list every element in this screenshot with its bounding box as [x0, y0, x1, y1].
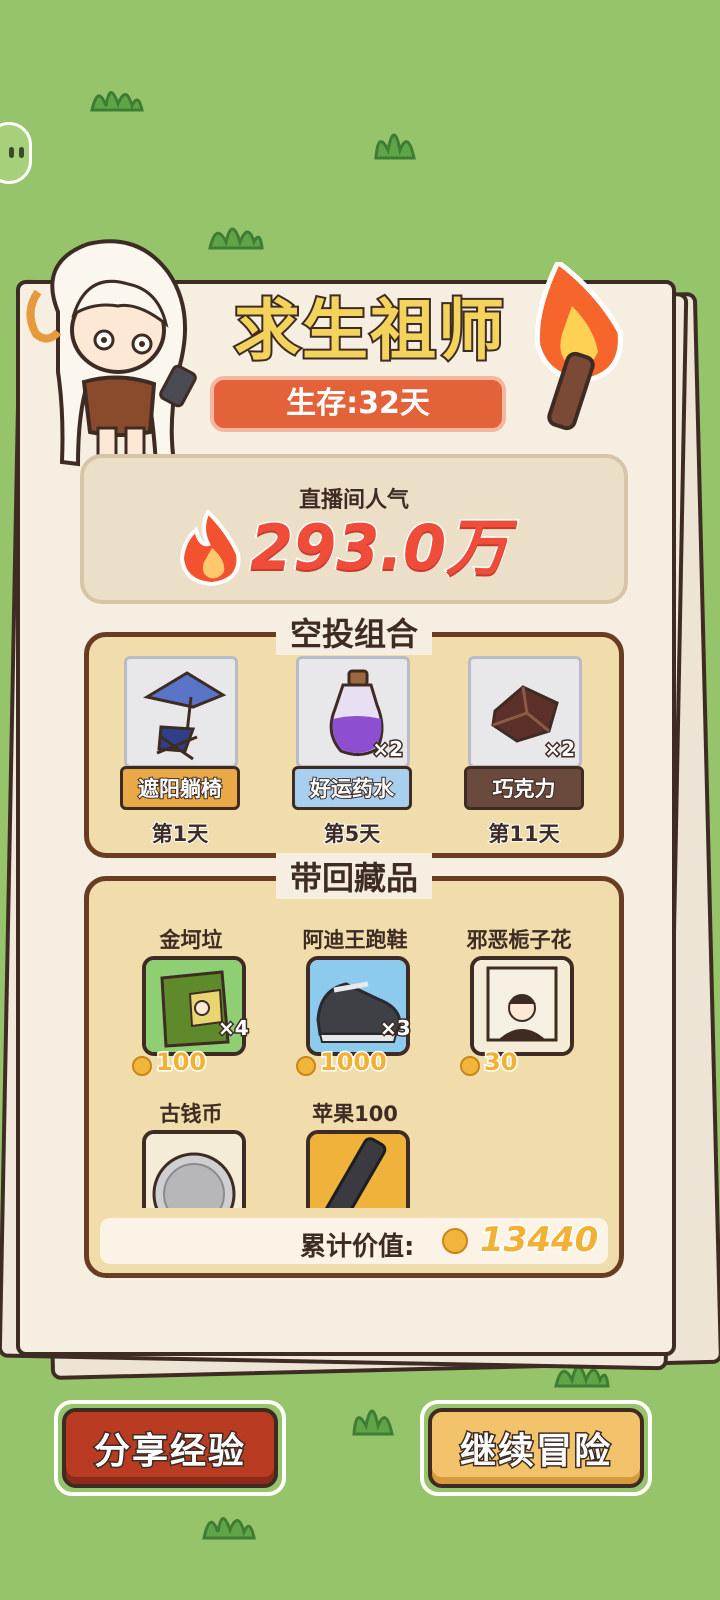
airdrop-title: 空投组合 [275, 609, 433, 655]
collectible-card[interactable] [142, 956, 246, 1056]
lounge-chair-icon [137, 667, 227, 767]
quantity-badge: ×2 [543, 736, 577, 763]
airdrop-item-day: 第5天 [323, 821, 382, 847]
page-title: 求生祖师 [232, 290, 506, 371]
character-avatar [18, 232, 208, 492]
grass-tuft-decoration [206, 214, 266, 250]
collectible-name: 苹果100 [312, 1102, 398, 1126]
collectible-name: 邪恶栀子花 [466, 928, 572, 952]
eye-icon [9, 147, 14, 158]
continue-adventure-button[interactable]: 继续冒险 [420, 1400, 652, 1496]
eye-icon [19, 147, 24, 158]
collectible-card[interactable] [142, 1130, 246, 1208]
quantity-badge: ×4 [217, 1015, 251, 1042]
collectible-price: 30 [482, 1047, 518, 1078]
coin-icon [296, 1056, 316, 1076]
coin-icon [442, 1228, 468, 1254]
collectible-name: 阿迪王跑鞋 [302, 928, 408, 952]
fire-icon [178, 508, 244, 590]
share-experience-button[interactable]: 分享经验 [54, 1400, 286, 1496]
airdrop-item-name: 好运药水 [292, 766, 412, 810]
airdrop-item-card[interactable] [124, 656, 238, 768]
coin-icon [460, 1056, 480, 1076]
grass-tuft-decoration [350, 1396, 396, 1436]
airdrop-item-card[interactable]: ×2 [468, 656, 582, 768]
airdrop-item-name: 巧克力 [464, 766, 584, 810]
quantity-badge: ×3 [379, 1015, 413, 1042]
side-float-button[interactable] [0, 122, 32, 184]
collectible-card[interactable] [470, 956, 574, 1056]
grass-tuft-decoration [372, 120, 418, 160]
share-experience-label: 分享经验 [62, 1408, 278, 1488]
collectible-price: 100 [154, 1047, 207, 1078]
collectible-name: 金坷垃 [159, 928, 223, 952]
airdrop-item-card[interactable]: ×2 [296, 656, 410, 768]
total-value: 13440 [478, 1219, 599, 1262]
survival-days-banner: 生存:32天 [210, 376, 506, 432]
phone-icon [310, 1134, 406, 1208]
airdrop-item-name: 遮阳躺椅 [120, 766, 240, 810]
collectible-price: 1000 [319, 1047, 389, 1078]
total-value-label: 累计价值: [300, 1232, 415, 1262]
total-value-bar: 累计价值: 13440 [100, 1218, 608, 1264]
quantity-badge: ×2 [371, 736, 405, 763]
airdrop-item-day: 第11天 [487, 821, 560, 847]
popularity-value: 293.0万 [249, 510, 510, 586]
collectibles-title: 带回藏品 [275, 853, 433, 899]
grass-tuft-decoration [88, 78, 146, 112]
old-coin-icon [146, 1134, 242, 1208]
airdrop-item-day: 第1天 [151, 821, 210, 847]
continue-adventure-label: 继续冒险 [428, 1408, 644, 1488]
collectible-name: 古钱币 [159, 1102, 223, 1126]
grass-tuft-decoration [200, 1504, 258, 1540]
book-icon [474, 960, 570, 1052]
collectible-card[interactable] [306, 1130, 410, 1208]
collectible-card[interactable] [306, 956, 410, 1056]
coin-icon [132, 1056, 152, 1076]
